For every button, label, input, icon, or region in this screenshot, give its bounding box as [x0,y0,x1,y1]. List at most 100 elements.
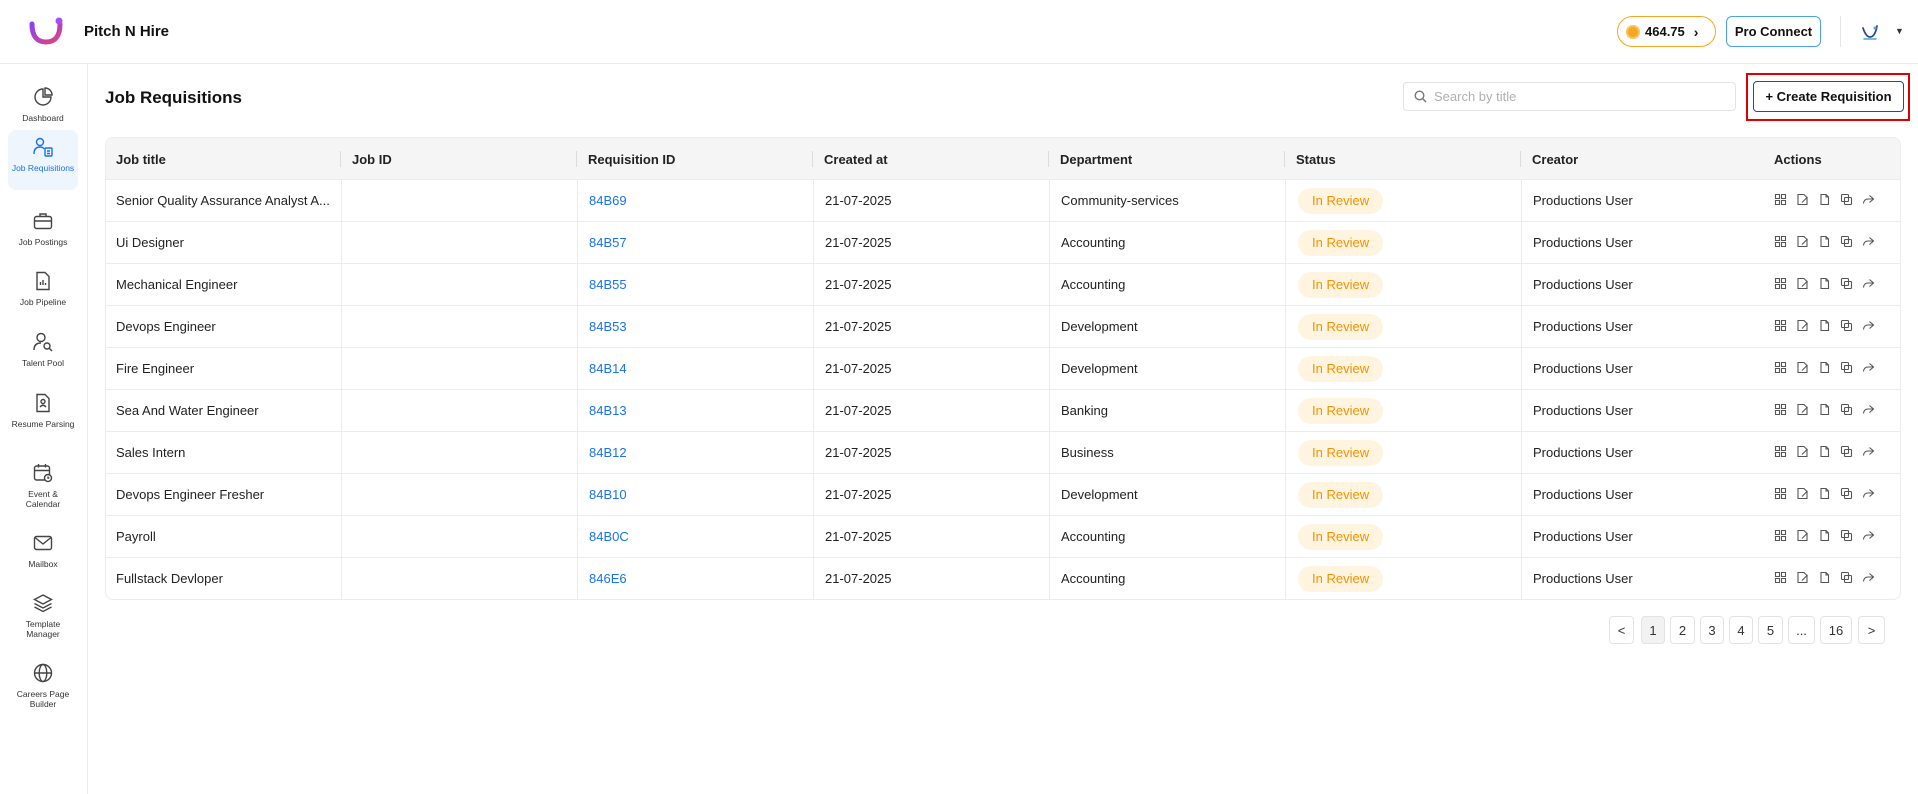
edit-icon[interactable] [1796,361,1809,374]
share-icon[interactable] [1862,277,1875,290]
duplicate-icon[interactable] [1840,403,1853,416]
table-row[interactable]: Devops Engineer 84B53 21-07-2025 Developmen… [106,306,1900,348]
search-input[interactable] [1434,89,1724,104]
pro-connect-button[interactable]: Pro Connect [1726,16,1821,47]
duplicate-icon[interactable] [1840,193,1853,206]
sidebar-item-job-pipeline[interactable]: Job Pipeline [8,264,78,308]
sidebar-item-resume-parsing[interactable]: Resume Parsing [8,386,78,444]
col-header-department[interactable]: Department [1060,152,1132,167]
edit-icon[interactable] [1796,403,1809,416]
duplicate-icon[interactable] [1840,445,1853,458]
pitch-n-hire-logo[interactable] [28,16,64,46]
share-icon[interactable] [1862,445,1875,458]
col-header-job-title[interactable]: Job title [116,152,166,167]
view-icon[interactable] [1774,319,1787,332]
view-icon[interactable] [1774,277,1787,290]
table-row[interactable]: Sea And Water Engineer 84B13 21-07-2025 Ban… [106,390,1900,432]
table-row[interactable]: Fullstack Devloper 846E6 21-07-2025 Account… [106,558,1900,599]
duplicate-icon[interactable] [1840,571,1853,584]
view-icon[interactable] [1774,529,1787,542]
job-title-cell[interactable]: Fire Engineer [116,361,336,376]
table-row[interactable]: Sales Intern 84B12 21-07-2025 Business In Re… [106,432,1900,474]
job-title-cell[interactable]: Ui Designer [116,235,336,250]
edit-icon[interactable] [1796,445,1809,458]
requisition-id-link[interactable]: 84B14 [589,361,627,376]
table-row[interactable]: Payroll 84B0C 21-07-2025 Accounting In Revie… [106,516,1900,558]
job-title-cell[interactable]: Mechanical Engineer [116,277,336,292]
requisition-id-link[interactable]: 84B57 [589,235,627,250]
edit-icon[interactable] [1796,487,1809,500]
job-title-cell[interactable]: Payroll [116,529,336,544]
copy-icon[interactable] [1818,571,1831,584]
col-header-created-at[interactable]: Created at [824,152,888,167]
edit-icon[interactable] [1796,235,1809,248]
share-icon[interactable] [1862,319,1875,332]
job-title-cell[interactable]: Senior Quality Assurance Analyst A... [116,193,336,208]
edit-icon[interactable] [1796,571,1809,584]
sidebar-item-job-postings[interactable]: Job Postings [8,204,78,248]
requisition-id-link[interactable]: 84B53 [589,319,627,334]
coins-balance-button[interactable]: 464.75 › [1617,16,1716,47]
job-title-cell[interactable]: Devops Engineer Fresher [116,487,336,502]
copy-icon[interactable] [1818,235,1831,248]
table-row[interactable]: Mechanical Engineer 84B55 21-07-2025 Accoun… [106,264,1900,306]
duplicate-icon[interactable] [1840,529,1853,542]
view-icon[interactable] [1774,571,1787,584]
requisition-id-link[interactable]: 84B10 [589,487,627,502]
col-header-job-id[interactable]: Job ID [352,152,392,167]
job-title-cell[interactable]: Sales Intern [116,445,336,460]
requisition-id-link[interactable]: 84B12 [589,445,627,460]
duplicate-icon[interactable] [1840,235,1853,248]
copy-icon[interactable] [1818,193,1831,206]
view-icon[interactable] [1774,403,1787,416]
sidebar-item-talent-pool[interactable]: Talent Pool [8,325,78,369]
copy-icon[interactable] [1818,529,1831,542]
page-1-button[interactable]: 1 [1641,616,1665,644]
share-icon[interactable] [1862,571,1875,584]
duplicate-icon[interactable] [1840,361,1853,374]
copy-icon[interactable] [1818,403,1831,416]
sidebar-item-dashboard[interactable]: Dashboard [8,80,78,124]
copy-icon[interactable] [1818,487,1831,500]
page-5-button[interactable]: 5 [1758,616,1783,644]
edit-icon[interactable] [1796,529,1809,542]
sidebar-item-mailbox[interactable]: Mailbox [8,526,78,570]
table-row[interactable]: Devops Engineer Fresher 84B10 21-07-2025 De… [106,474,1900,516]
view-icon[interactable] [1774,487,1787,500]
edit-icon[interactable] [1796,193,1809,206]
col-header-creator[interactable]: Creator [1532,152,1578,167]
col-header-requisition-id[interactable]: Requisition ID [588,152,675,167]
requisition-id-link[interactable]: 84B0C [589,529,629,544]
table-row[interactable]: Ui Designer 84B57 21-07-2025 Accounting In R… [106,222,1900,264]
requisition-id-link[interactable]: 84B69 [589,193,627,208]
duplicate-icon[interactable] [1840,277,1853,290]
page-ellipsis-button[interactable]: ... [1788,616,1815,644]
table-row[interactable]: Fire Engineer 84B14 21-07-2025 Development I… [106,348,1900,390]
view-icon[interactable] [1774,193,1787,206]
share-icon[interactable] [1862,361,1875,374]
view-icon[interactable] [1774,445,1787,458]
share-icon[interactable] [1862,403,1875,416]
duplicate-icon[interactable] [1840,319,1853,332]
requisition-id-link[interactable]: 84B55 [589,277,627,292]
sidebar-item-job-requisitions[interactable]: Job Requisitions [8,130,78,190]
copy-icon[interactable] [1818,319,1831,332]
share-icon[interactable] [1862,487,1875,500]
table-row[interactable]: Senior Quality Assurance Analyst A... 84B… [106,180,1900,222]
prev-page-button[interactable]: < [1609,616,1634,644]
view-icon[interactable] [1774,361,1787,374]
page-3-button[interactable]: 3 [1700,616,1724,644]
col-header-status[interactable]: Status [1296,152,1336,167]
edit-icon[interactable] [1796,319,1809,332]
copy-icon[interactable] [1818,277,1831,290]
copy-icon[interactable] [1818,361,1831,374]
page-2-button[interactable]: 2 [1670,616,1695,644]
sidebar-item-event-calendar[interactable]: Event & Calendar [8,456,78,514]
create-requisition-button[interactable]: + Create Requisition [1753,81,1904,112]
duplicate-icon[interactable] [1840,487,1853,500]
user-avatar-icon[interactable] [1861,23,1879,41]
page-16-button[interactable]: 16 [1820,616,1852,644]
share-icon[interactable] [1862,193,1875,206]
share-icon[interactable] [1862,235,1875,248]
sidebar-item-careers-page-builder[interactable]: Careers Page Builder [8,656,78,714]
